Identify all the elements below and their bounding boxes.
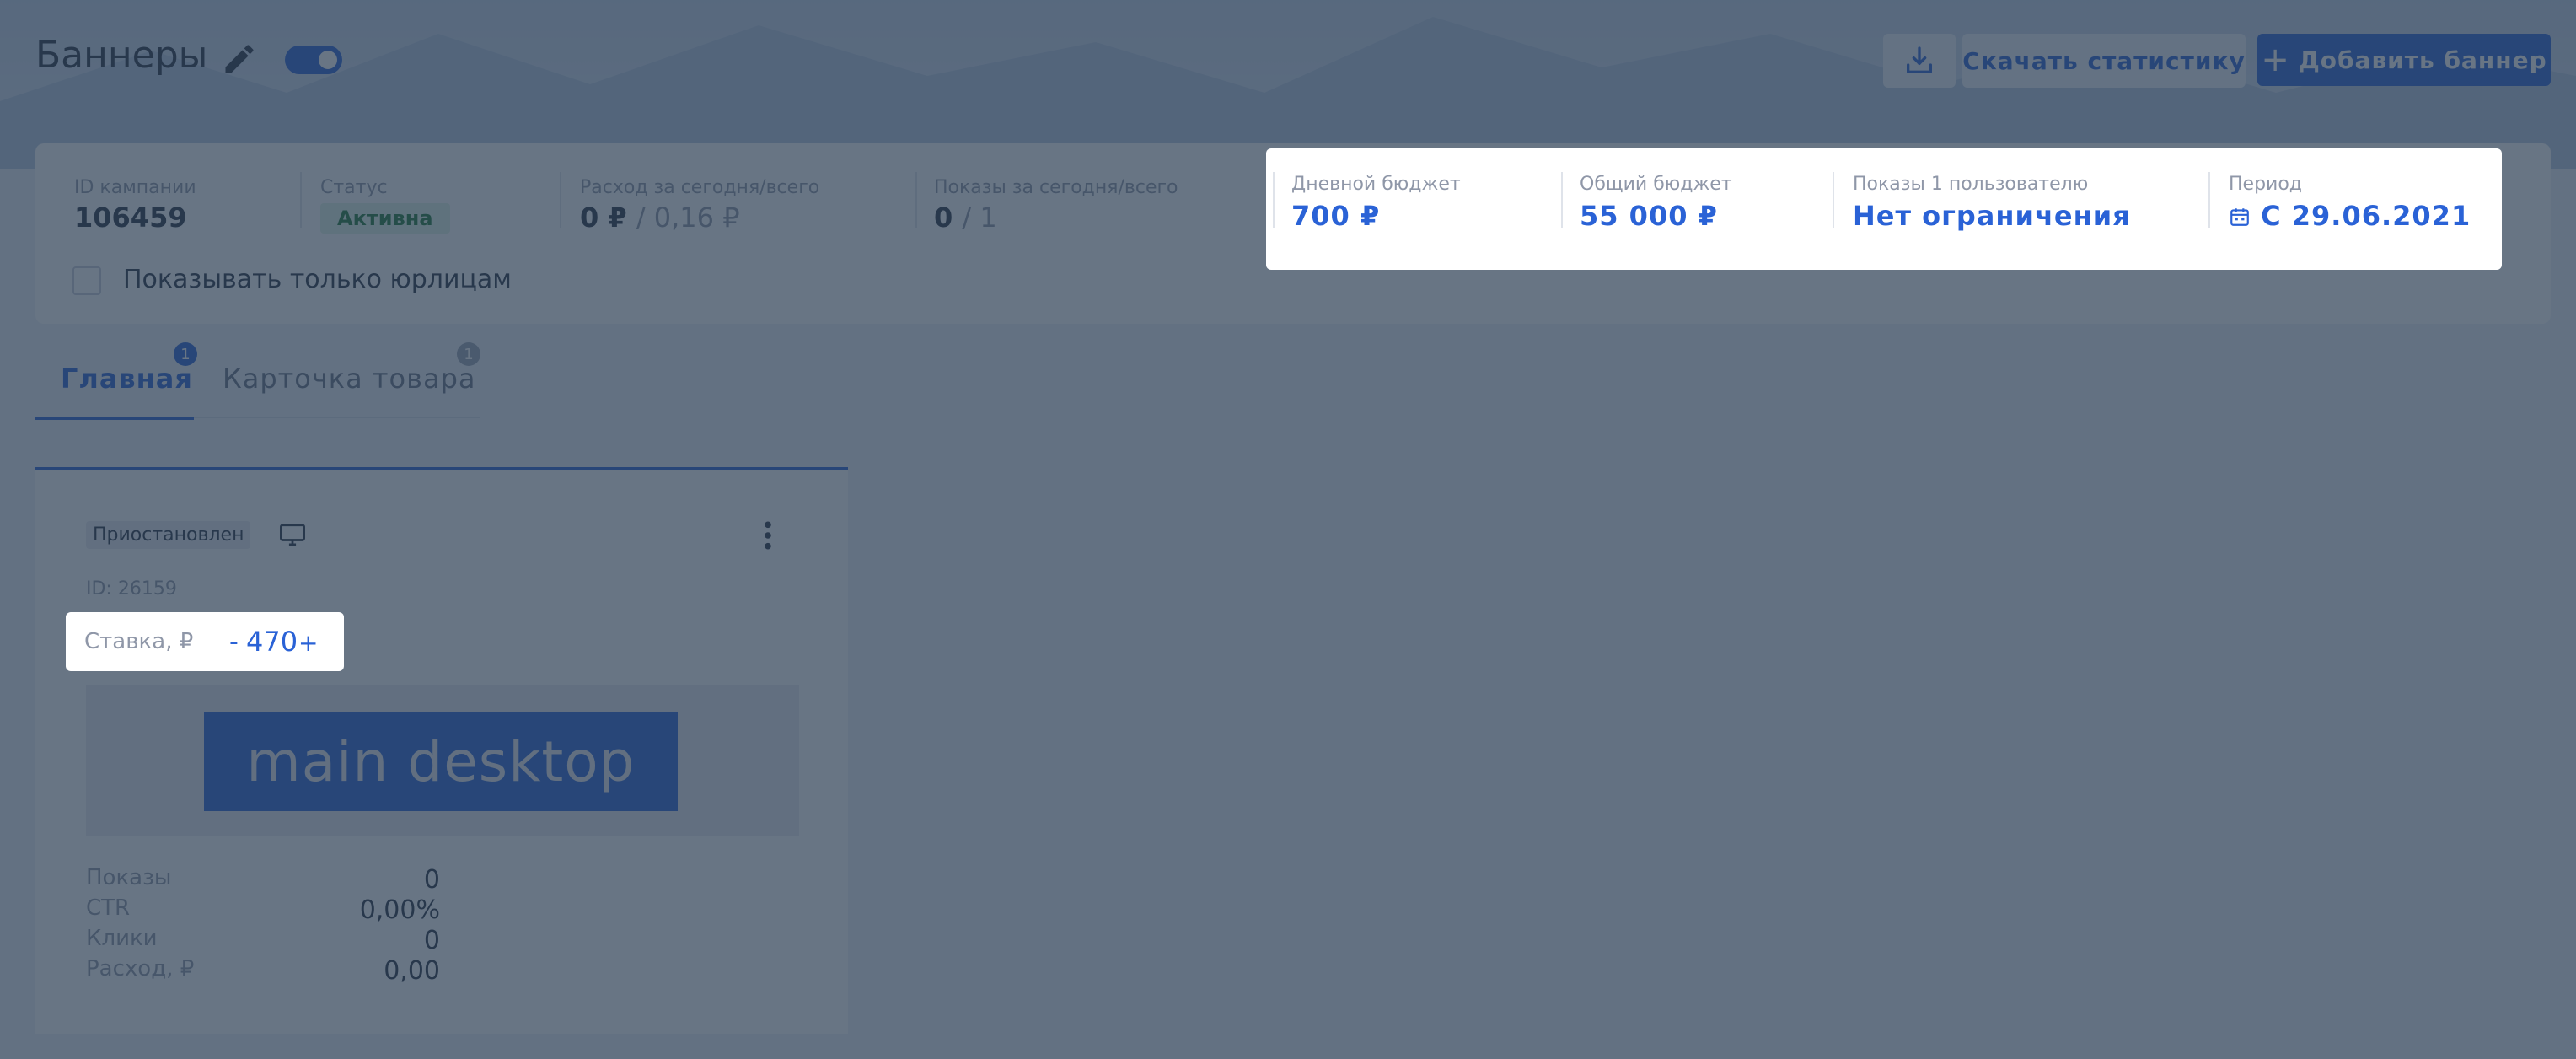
daily-budget-value[interactable]: 700 ₽ bbox=[1291, 200, 1461, 232]
stat-label: Показы bbox=[86, 865, 172, 890]
spend-total: / 0,16 ₽ bbox=[636, 202, 740, 234]
tab-product-card[interactable]: Карточка товара bbox=[223, 363, 475, 395]
period-value[interactable]: С 29.06.2021 bbox=[2229, 200, 2471, 232]
shows-total: / 1 bbox=[962, 202, 997, 234]
campaign-id-label: ID кампании bbox=[74, 177, 196, 198]
tab-main-count: 1 bbox=[174, 342, 197, 366]
stat-label: CTR bbox=[86, 895, 131, 921]
period-label: Период bbox=[2229, 174, 2303, 195]
divider bbox=[300, 172, 302, 228]
shows-today: 0 bbox=[934, 202, 953, 234]
divider bbox=[1833, 172, 1834, 228]
total-budget-field[interactable]: Общий бюджет 55 000 ₽ bbox=[1580, 174, 1732, 232]
stat-row-clicks: Клики 0 bbox=[86, 926, 440, 955]
rate-label: Ставка, ₽ bbox=[84, 629, 194, 654]
daily-budget-field[interactable]: Дневной бюджет 700 ₽ bbox=[1291, 174, 1461, 232]
per-user-label: Показы 1 пользователю bbox=[1853, 174, 2089, 195]
per-user-value[interactable]: Нет ограничения bbox=[1853, 200, 2131, 232]
daily-budget-label: Дневной бюджет bbox=[1291, 174, 1461, 195]
tabs-baseline bbox=[194, 417, 480, 418]
tab-main[interactable]: Главная bbox=[61, 363, 193, 395]
stat-value: 0,00% bbox=[359, 895, 440, 925]
rate-decrement-button[interactable]: - bbox=[229, 627, 239, 657]
stat-label: Расход, ₽ bbox=[86, 956, 195, 981]
download-icon bbox=[1907, 46, 1932, 74]
divider bbox=[2208, 172, 2210, 228]
stat-row-ctr: CTR 0,00% bbox=[86, 895, 440, 925]
spend-field: Расход за сегодня/всего 0 ₽ / 0,16 ₽ bbox=[580, 177, 819, 234]
stat-label: Клики bbox=[86, 926, 158, 951]
legal-entities-checkbox[interactable] bbox=[72, 266, 101, 295]
stat-row-spend: Расход, ₽ 0,00 bbox=[86, 956, 440, 986]
banner-state-badge: Приостановлен bbox=[86, 521, 251, 549]
spend-value: 0 ₽ / 0,16 ₽ bbox=[580, 202, 819, 234]
stat-value: 0,00 bbox=[384, 956, 440, 986]
divider bbox=[915, 172, 917, 228]
rate-value[interactable]: 470 bbox=[246, 626, 298, 658]
divider bbox=[560, 172, 561, 228]
budget-panel: Дневной бюджет 700 ₽ Общий бюджет 55 000… bbox=[1266, 148, 2502, 270]
kebab-menu-icon[interactable] bbox=[759, 519, 777, 551]
divider bbox=[1561, 172, 1563, 228]
active-tab-indicator bbox=[35, 417, 194, 420]
status-field: Статус Активна bbox=[320, 177, 450, 234]
stat-value: 0 bbox=[423, 926, 440, 955]
per-user-field[interactable]: Показы 1 пользователю Нет ограничения bbox=[1853, 174, 2131, 232]
campaign-toggle[interactable] bbox=[285, 46, 342, 74]
toggle-knob bbox=[319, 51, 337, 69]
stat-row-shows: Показы 0 bbox=[86, 865, 440, 895]
monitor-icon bbox=[278, 523, 307, 548]
period-text: С 29.06.2021 bbox=[2261, 200, 2471, 232]
edit-icon[interactable] bbox=[221, 40, 258, 78]
divider bbox=[1273, 172, 1275, 228]
stat-value: 0 bbox=[423, 865, 440, 895]
spend-label: Расход за сегодня/всего bbox=[580, 177, 820, 198]
shows-field: Показы за сегодня/всего 0 / 1 bbox=[934, 177, 1178, 234]
period-field[interactable]: Период С 29.06.2021 bbox=[2229, 174, 2471, 232]
page-title: Баннеры bbox=[35, 34, 208, 77]
spend-today: 0 ₽ bbox=[580, 202, 627, 234]
total-budget-label: Общий бюджет bbox=[1580, 174, 1732, 195]
rate-increment-button[interactable]: + bbox=[298, 629, 318, 657]
shows-value: 0 / 1 bbox=[934, 202, 1178, 234]
add-banner-button[interactable]: + Добавить баннер bbox=[2257, 34, 2551, 86]
download-button[interactable] bbox=[1883, 34, 1956, 88]
status-badge: Активна bbox=[320, 203, 450, 234]
banner-preview: main desktop bbox=[86, 685, 799, 836]
plus-icon: + bbox=[2261, 40, 2290, 79]
campaign-id-field: ID кампании 106459 bbox=[74, 177, 196, 234]
banner-preview-image: main desktop bbox=[204, 712, 678, 811]
campaign-id-value: 106459 bbox=[74, 202, 187, 234]
tab-product-count: 1 bbox=[457, 342, 480, 366]
status-label: Статус bbox=[320, 177, 388, 198]
calendar-icon bbox=[2230, 208, 2249, 226]
total-budget-value[interactable]: 55 000 ₽ bbox=[1580, 200, 1732, 232]
legal-entities-label: Показывать только юрлицам bbox=[123, 265, 512, 294]
rate-editor: Ставка, ₽ - 470 + bbox=[66, 612, 344, 671]
download-stats-button[interactable]: Скачать статистику bbox=[1962, 34, 2246, 88]
banner-id: ID: 26159 bbox=[86, 578, 177, 599]
add-banner-label: Добавить баннер bbox=[2298, 46, 2547, 74]
shows-label: Показы за сегодня/всего bbox=[934, 177, 1178, 198]
banner-preview-text: main desktop bbox=[246, 728, 636, 794]
